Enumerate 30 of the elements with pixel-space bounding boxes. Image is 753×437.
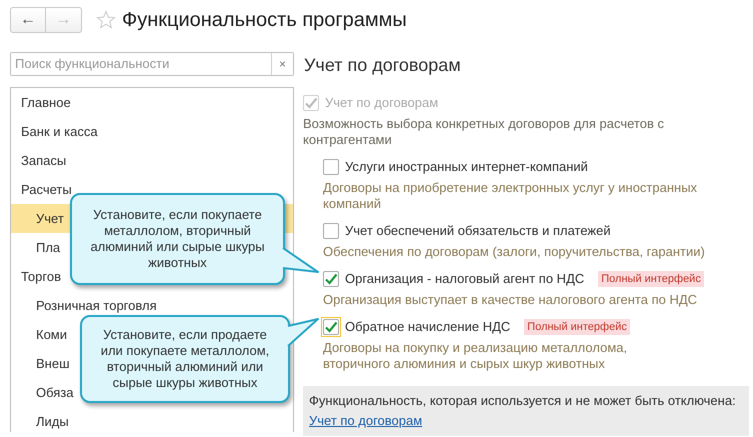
- clear-button[interactable]: ×: [271, 53, 293, 75]
- checkbox-label[interactable]: Услуги иностранных интернет-компаний: [345, 157, 588, 177]
- interface-tag: Полный интерфейс: [598, 270, 704, 288]
- back-button[interactable]: ←: [10, 7, 46, 33]
- option-description: Обеспечения по договорам (залоги, поручительства, гарантии): [323, 244, 706, 260]
- info-text: Функциональность, которая используется и не может быть отключена:: [309, 392, 737, 410]
- search-field[interactable]: Поиск функциональности ×: [10, 52, 294, 76]
- sidebar-item[interactable]: Лиды: [11, 407, 293, 432]
- option-description: Организация выступает в качестве налогового агента по НДС: [323, 292, 698, 308]
- option-description: Договоры на покупку и реализацию металлолома, вторичного алюминия и сырых шкур животных: [323, 340, 628, 372]
- feature-link[interactable]: Учет по договорам: [309, 412, 422, 428]
- window-title: Функциональность программы: [122, 8, 407, 33]
- tooltip-pointer: [283, 248, 318, 272]
- sidebar-item[interactable]: Главное: [11, 88, 293, 117]
- interface-tag: Полный интерфейс: [524, 318, 630, 336]
- checkbox[interactable]: [323, 271, 339, 287]
- callout-tooltip: Установите, если продаете или покупаете металлолом, вторичный алюминий или сырые шкуры животных: [80, 315, 290, 403]
- checkbox-label[interactable]: Организация - налоговый агент по НДС: [345, 269, 584, 289]
- option-description: Возможность выбора конкретных договоров для расчетов с контрагентами: [303, 116, 665, 148]
- checkbox[interactable]: [323, 159, 339, 175]
- checkbox-label[interactable]: Учет обеспечений обязательств и платежей: [345, 221, 611, 241]
- checkbox-label[interactable]: Обратное начисление НДС: [345, 317, 510, 337]
- checkbox[interactable]: [323, 223, 339, 239]
- sidebar-item[interactable]: Запасы: [11, 146, 293, 175]
- sidebar-item[interactable]: Банк и касса: [11, 117, 293, 146]
- section-title: Учет по договорам: [304, 54, 462, 77]
- tooltip-pointer: [288, 319, 318, 346]
- star-icon[interactable]: [96, 10, 116, 30]
- callout-tooltip: Установите, если покупаете металлолом, вторичный алюминий или сырые шкуры животных: [70, 193, 285, 285]
- option-description: Договоры на приобретение электронных услуг у иностранных компаний: [323, 180, 698, 212]
